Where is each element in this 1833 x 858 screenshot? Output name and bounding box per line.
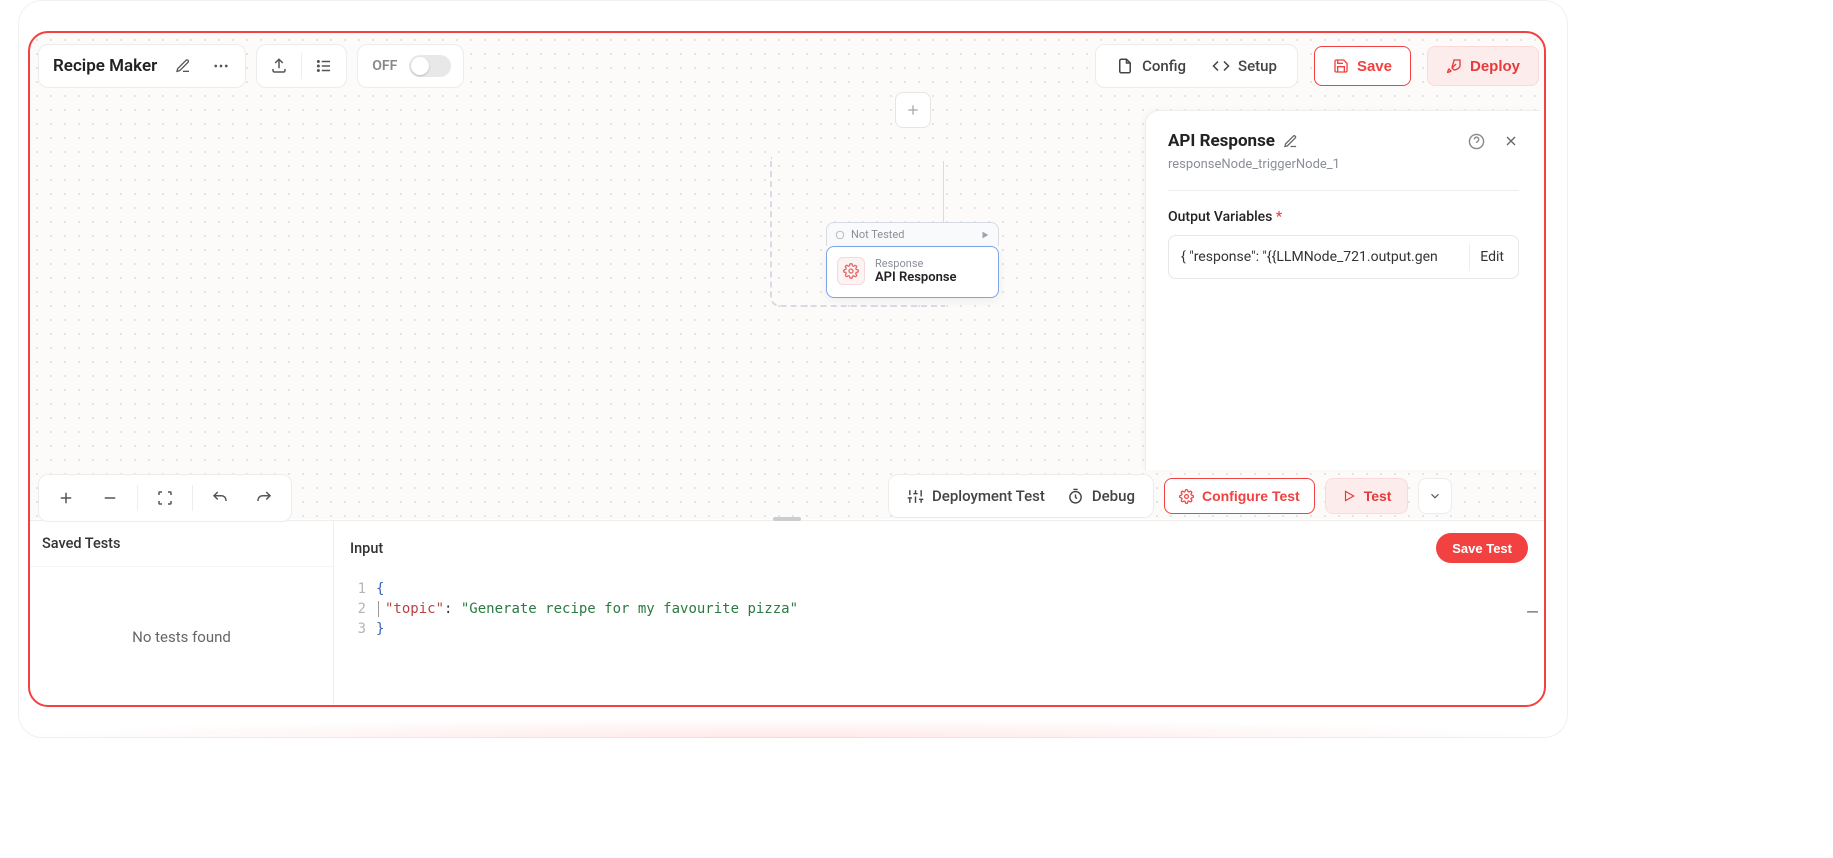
- config-button[interactable]: Config: [1116, 57, 1186, 75]
- output-variables-value: { "response": "{{LLMNode_721.output.gen: [1181, 249, 1461, 265]
- saved-tests-header: Saved Tests: [30, 521, 333, 567]
- deploy-button[interactable]: Deploy: [1427, 46, 1539, 86]
- sliders-icon: [907, 488, 924, 505]
- node-kind-label: Response: [875, 257, 957, 270]
- test-button[interactable]: Test: [1325, 478, 1409, 514]
- code-punct: :: [444, 601, 461, 617]
- zoom-in-button[interactable]: [45, 481, 87, 515]
- edit-title-icon[interactable]: [169, 52, 197, 80]
- redo-button[interactable]: [243, 481, 285, 515]
- toggle-group: OFF: [357, 44, 464, 88]
- code-string: "Generate recipe for my favourite pizza": [461, 601, 798, 617]
- code-brace: {: [376, 581, 384, 597]
- node-api-response[interactable]: Not Tested Response API Response: [826, 222, 999, 298]
- toolbar-right: Config Setup Save Deploy: [1095, 44, 1539, 88]
- list-icon[interactable]: [310, 52, 338, 80]
- workflow-title-group: Recipe Maker: [38, 44, 246, 88]
- node-body: Response API Response: [826, 246, 999, 298]
- lower-panel: Saved Tests No tests found Input Save Te…: [30, 520, 1544, 707]
- panel-header: API Response: [1168, 131, 1519, 151]
- node-gear-icon: [837, 257, 865, 285]
- play-icon[interactable]: [980, 230, 990, 240]
- play-outline-icon: [1342, 489, 1356, 503]
- deployment-test-button[interactable]: Deployment Test: [907, 487, 1045, 505]
- line-number: 3: [334, 619, 366, 639]
- input-header: Input Save Test: [334, 521, 1544, 575]
- node-status-bar: Not Tested: [826, 222, 999, 246]
- collapse-editor-icon[interactable]: —: [1527, 601, 1538, 622]
- deployment-test-label: Deployment Test: [932, 487, 1045, 505]
- code-key: "topic": [385, 601, 444, 617]
- save-button[interactable]: Save: [1314, 46, 1411, 86]
- saved-tests-column: Saved Tests No tests found: [30, 521, 334, 707]
- output-variables-field[interactable]: { "response": "{{LLMNode_721.output.gen …: [1168, 235, 1519, 279]
- share-icon[interactable]: [265, 52, 293, 80]
- node-status-text: Not Tested: [851, 228, 904, 241]
- tool-group-export: [256, 44, 347, 88]
- node-details-panel: API Response responseNode_triggerNode_1 …: [1145, 110, 1541, 470]
- code-brace: }: [376, 621, 384, 637]
- undo-button[interactable]: [199, 481, 241, 515]
- test-shelf: Deployment Test Debug: [888, 474, 1154, 518]
- debug-button[interactable]: Debug: [1067, 487, 1135, 505]
- node-title-label: API Response: [875, 270, 957, 285]
- no-tests-message: No tests found: [30, 567, 333, 707]
- toolbar-left: Recipe Maker OFF: [38, 44, 464, 88]
- panel-edit-icon[interactable]: [1283, 134, 1298, 149]
- plus-icon: [905, 102, 921, 118]
- gear-icon: [1179, 489, 1194, 504]
- code-content: { "topic": "Generate recipe for my favou…: [376, 579, 798, 707]
- file-config-icon: [1116, 57, 1134, 75]
- top-right-shelf: Config Setup: [1095, 44, 1298, 88]
- output-variables-edit-button[interactable]: Edit: [1469, 243, 1514, 271]
- zoom-out-button[interactable]: [89, 481, 131, 515]
- fit-view-button[interactable]: [144, 481, 186, 515]
- test-dropdown-button[interactable]: [1418, 478, 1452, 514]
- line-number: 2: [334, 599, 366, 619]
- enabled-toggle[interactable]: [409, 55, 451, 77]
- output-variables-text: Output Variables: [1168, 209, 1272, 225]
- line-number: 1: [334, 579, 366, 599]
- config-label: Config: [1142, 57, 1186, 75]
- panel-subtitle: responseNode_triggerNode_1: [1168, 157, 1519, 172]
- save-test-button[interactable]: Save Test: [1436, 533, 1528, 563]
- input-header-title: Input: [350, 540, 383, 557]
- toggle-label: OFF: [372, 58, 397, 74]
- code-icon: [1212, 57, 1230, 75]
- setup-button[interactable]: Setup: [1212, 57, 1277, 75]
- test-toolbar: Deployment Test Debug Configure Test Tes…: [888, 474, 1452, 518]
- input-column: Input Save Test 1 2 3 { "topic": "Genera…: [334, 521, 1544, 707]
- canvas-add-node-button[interactable]: [895, 92, 931, 128]
- panel-title: API Response: [1168, 131, 1275, 151]
- panel-divider: [1168, 190, 1519, 191]
- status-circle-icon: [835, 230, 845, 240]
- deploy-label: Deploy: [1470, 58, 1520, 75]
- editor-cursor: [378, 601, 379, 617]
- setup-label: Setup: [1238, 57, 1277, 75]
- rocket-icon: [1446, 58, 1462, 74]
- output-variables-label: Output Variables *: [1168, 209, 1519, 225]
- line-gutter: 1 2 3: [334, 579, 376, 707]
- close-panel-icon[interactable]: [1503, 133, 1519, 149]
- timer-icon: [1067, 488, 1084, 505]
- save-label: Save: [1357, 58, 1392, 75]
- workflow-title: Recipe Maker: [53, 56, 157, 76]
- save-icon: [1333, 58, 1349, 74]
- help-icon[interactable]: [1468, 133, 1485, 150]
- more-menu-icon[interactable]: [207, 52, 235, 80]
- chevron-down-icon: [1428, 489, 1442, 503]
- json-editor[interactable]: 1 2 3 { "topic": "Generate recipe for my…: [334, 575, 1544, 707]
- debug-label: Debug: [1092, 487, 1135, 505]
- test-label: Test: [1364, 488, 1392, 504]
- configure-test-button[interactable]: Configure Test: [1164, 478, 1315, 514]
- configure-test-label: Configure Test: [1202, 488, 1300, 504]
- canvas-controls: [38, 474, 292, 522]
